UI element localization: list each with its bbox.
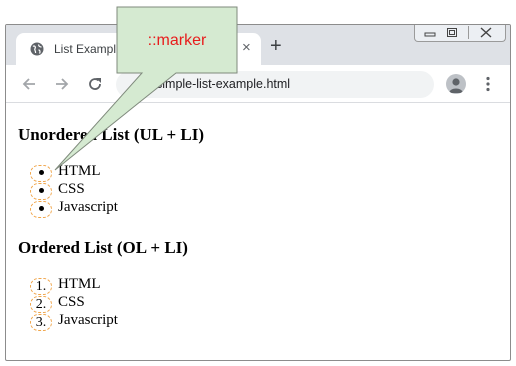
marker-annotation-label: ::marker [147, 32, 207, 49]
callout-pointer [54, 6, 238, 171]
